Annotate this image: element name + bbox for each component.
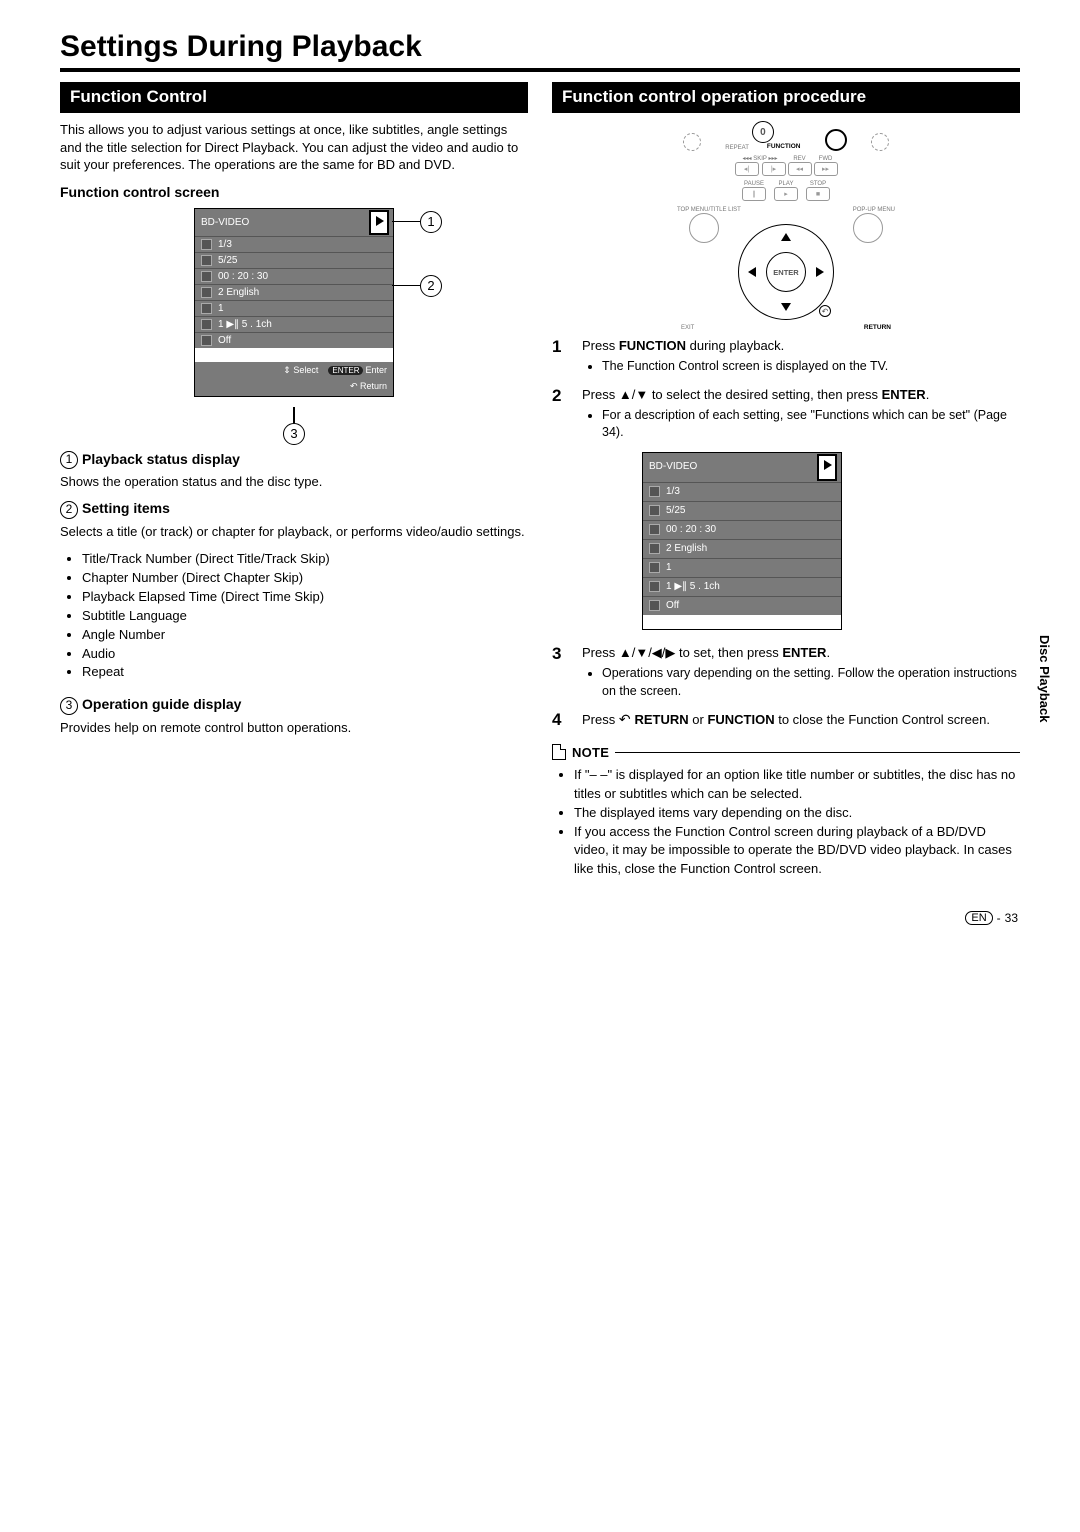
chapter-icon: [201, 255, 212, 266]
remote-btn-placeholder2: [871, 133, 889, 151]
enter-button: ENTER: [766, 252, 806, 292]
step-3-num: 3: [552, 644, 570, 700]
page-footer: EN - 33: [965, 911, 1018, 925]
rev-button: ◂◂: [788, 162, 812, 176]
down-arrow-icon: [781, 303, 791, 311]
item2-text: Selects a title (or track) or chapter fo…: [60, 523, 528, 541]
right-arrow-icon: [816, 267, 824, 277]
fc-screen-2: BD-VIDEO 1/3 5/25 00 : 20 : 30 2 English…: [642, 452, 842, 630]
right-column: Function control operation procedure 0 R…: [552, 82, 1020, 893]
fwd-button: ▸▸: [814, 162, 838, 176]
note-icon: [552, 744, 566, 760]
pause-button: ∥: [742, 187, 766, 201]
left-arrow-icon: [748, 267, 756, 277]
subtitle-icon: [201, 287, 212, 298]
angle-icon: [201, 303, 212, 314]
fc-screen-diagram: BD-VIDEO 1/3 5/25 00 : 20 : 30 2 English…: [60, 208, 528, 397]
zero-button: 0: [752, 121, 774, 143]
stop-button: ■: [806, 187, 830, 201]
function-button: [825, 129, 847, 151]
callout-1: 1: [420, 211, 442, 233]
step-1-num: 1: [552, 337, 570, 376]
side-tab: Disc Playback: [1037, 635, 1052, 722]
callout-3: 3: [283, 423, 305, 445]
up-arrow-icon: [781, 233, 791, 241]
fc-header: BD-VIDEO: [201, 217, 249, 228]
popup-menu-button: [853, 213, 883, 243]
audio-icon: [201, 319, 212, 330]
fc-screen-label: Function control screen: [60, 184, 528, 200]
step-4-num: 4: [552, 710, 570, 730]
item2-bullets: Title/Track Number (Direct Title/Track S…: [60, 550, 528, 682]
procedure-steps: 1 Press FUNCTION during playback. The Fu…: [552, 337, 1020, 730]
item3-text: Provides help on remote control button o…: [60, 719, 528, 737]
skip-prev-button: ◂|: [735, 162, 759, 176]
remote-btn-placeholder: [683, 133, 701, 151]
section-function-control: Function Control: [60, 82, 528, 113]
remote-diagram: 0 REPEAT FUNCTION ◂◂◂ SKIP ▸▸▸ ◂||▸ RE: [671, 121, 901, 327]
item2-heading: 2Setting items: [60, 500, 528, 518]
repeat-icon: [201, 335, 212, 346]
item1-heading: 1Playback status display: [60, 451, 528, 469]
skip-next-button: |▸: [762, 162, 786, 176]
note-section: NOTE If "– –" is displayed for an option…: [552, 744, 1020, 879]
page-title: Settings During Playback: [60, 30, 1020, 64]
dpad: ENTER ↶: [738, 224, 834, 320]
title-icon: [201, 239, 212, 250]
section-fc-procedure: Function control operation procedure: [552, 82, 1020, 113]
play-icon: [371, 212, 387, 233]
return-icon: ↶: [819, 305, 831, 317]
play-button: ▸: [774, 187, 798, 201]
item3-heading: 3Operation guide display: [60, 696, 528, 714]
divider: [60, 68, 1020, 72]
left-column: Function Control This allows you to adju…: [60, 82, 528, 893]
play-icon: [819, 456, 835, 479]
step-2-num: 2: [552, 386, 570, 634]
fc-screen: BD-VIDEO 1/3 5/25 00 : 20 : 30 2 English…: [194, 208, 394, 397]
top-menu-button: [689, 213, 719, 243]
intro-text: This allows you to adjust various settin…: [60, 121, 528, 174]
callout-2: 2: [420, 275, 442, 297]
time-icon: [201, 271, 212, 282]
item1-text: Shows the operation status and the disc …: [60, 473, 528, 491]
